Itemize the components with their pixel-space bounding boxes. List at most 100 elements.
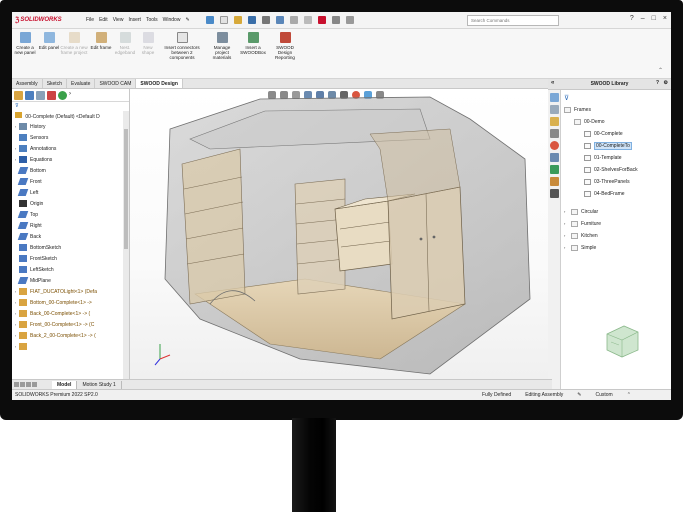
edit-panel-button[interactable]: Edit panel: [38, 32, 60, 50]
tree-item[interactable]: Back: [12, 231, 129, 242]
tree-item[interactable]: Sensors: [12, 132, 129, 143]
menu-tools[interactable]: Tools: [146, 17, 158, 23]
tab-motion-study[interactable]: Motion Study 1: [77, 380, 122, 389]
swood-library-icon[interactable]: [550, 165, 559, 174]
edit-frame-button[interactable]: Edit frame: [90, 32, 112, 50]
view-palette-icon[interactable]: [550, 129, 559, 138]
rebuild-status-icon[interactable]: ✎: [577, 392, 581, 398]
library-item[interactable]: 02-ShelvesForBack: [584, 164, 638, 175]
menu-window[interactable]: Window: [163, 17, 181, 23]
tree-item[interactable]: Right: [12, 220, 129, 231]
tab-evaluate[interactable]: Evaluate: [67, 79, 96, 88]
minimize-icon[interactable]: –: [641, 15, 645, 22]
tab-sketch[interactable]: Sketch: [43, 79, 67, 88]
tree-item[interactable]: › Bottom_00-Complete<1> ->: [12, 297, 129, 308]
pane-collapse-icon[interactable]: «: [551, 80, 554, 86]
expand-arrow-icon[interactable]: ›: [12, 300, 19, 305]
create-panel-button[interactable]: Create a new panel: [14, 32, 36, 55]
expand-arrow-icon[interactable]: ›: [12, 311, 19, 316]
library-group[interactable]: › Simple: [564, 242, 596, 253]
filter-icon[interactable]: ⊽: [12, 102, 129, 111]
pin-icon[interactable]: ✎: [185, 17, 189, 23]
maximize-icon[interactable]: □: [652, 15, 656, 22]
library-settings-icon[interactable]: ⚙: [664, 80, 668, 86]
expand-arrow-icon[interactable]: ›: [564, 209, 571, 214]
tree-item[interactable]: › Front_00-Complete<1> -> (C: [12, 319, 129, 330]
select-icon[interactable]: [303, 16, 312, 24]
tree-item[interactable]: MidPlane: [12, 275, 129, 286]
open-icon[interactable]: [233, 16, 242, 24]
expand-arrow-icon[interactable]: ›: [12, 322, 19, 327]
tree-item[interactable]: › Equations: [12, 154, 129, 165]
create-frame-project-button[interactable]: Create a new frame project: [60, 32, 88, 55]
tree-item[interactable]: FrontSketch: [12, 253, 129, 264]
library-group[interactable]: › Furniture: [564, 218, 601, 229]
tree-root[interactable]: 00-Complete (Default) <Default D: [12, 111, 129, 121]
menu-edit[interactable]: Edit: [99, 17, 108, 23]
design-reporting-button[interactable]: SWOOD Design Reporting: [270, 32, 300, 60]
tree-item[interactable]: › FIAT_DUCATOLight<1> (Defa: [12, 286, 129, 297]
display-manager-icon[interactable]: [58, 91, 67, 100]
manage-materials-button[interactable]: Manage project materials: [208, 32, 236, 60]
traffic-light-icon[interactable]: [317, 16, 326, 24]
status-units[interactable]: Custom: [595, 392, 612, 398]
expand-arrow-icon[interactable]: ›: [564, 245, 571, 250]
fm-more-icon[interactable]: ›: [69, 91, 71, 99]
property-manager-icon[interactable]: [25, 91, 34, 100]
menu-file[interactable]: File: [86, 17, 94, 23]
tree-item[interactable]: BottomSketch: [12, 242, 129, 253]
van-interior-model[interactable]: [130, 89, 548, 379]
expand-arrow-icon[interactable]: ›: [564, 233, 571, 238]
tab-swood-design[interactable]: SWOOD Design: [136, 79, 183, 88]
swood-cam-icon[interactable]: [550, 177, 559, 186]
library-root[interactable]: Frames: [564, 104, 591, 115]
nest-edgeband-button[interactable]: Nest. edgeband: [112, 32, 138, 55]
file-explorer-icon[interactable]: [550, 117, 559, 126]
tree-item[interactable]: Top: [12, 209, 129, 220]
expand-arrow-icon[interactable]: ›: [12, 157, 19, 162]
tab-assembly[interactable]: Assembly: [12, 79, 43, 88]
expand-arrow-icon[interactable]: ›: [12, 124, 19, 129]
tree-item[interactable]: Bottom: [12, 165, 129, 176]
appearances-icon[interactable]: [550, 141, 559, 150]
feature-tree-icon[interactable]: [14, 91, 23, 100]
tree-item[interactable]: › Back_2_00-Complete<1> -> (: [12, 330, 129, 341]
tree-item[interactable]: Front: [12, 176, 129, 187]
redo-icon[interactable]: [289, 16, 298, 24]
tab-swood-cam[interactable]: SWOOD CAM: [95, 79, 137, 88]
expand-arrow-icon[interactable]: ›: [12, 333, 19, 338]
next-tab-icon[interactable]: [26, 382, 31, 387]
library-help-icon[interactable]: ?: [656, 80, 659, 86]
scrollbar-thumb[interactable]: [124, 129, 128, 249]
close-icon[interactable]: ×: [663, 15, 667, 22]
tree-item[interactable]: ›: [12, 341, 129, 352]
prev-tab-icon[interactable]: [20, 382, 25, 387]
expand-arrow-icon[interactable]: ›: [12, 146, 19, 151]
menu-view[interactable]: View: [113, 17, 124, 23]
save-icon[interactable]: [247, 16, 256, 24]
library-item[interactable]: 00-Complete: [584, 128, 623, 139]
swood-reports-icon[interactable]: [550, 189, 559, 198]
status-expand-icon[interactable]: ⌃: [627, 392, 631, 398]
tree-item[interactable]: › History: [12, 121, 129, 132]
expand-arrow-icon[interactable]: ›: [564, 221, 571, 226]
insert-connectors-button[interactable]: Insert connectors between 2 components: [160, 32, 204, 60]
resources-icon[interactable]: [550, 93, 559, 102]
library-group[interactable]: › Kitchen: [564, 230, 598, 241]
tree-item[interactable]: › Back_00-Complete<1> -> (: [12, 308, 129, 319]
first-tab-icon[interactable]: [14, 382, 19, 387]
design-library-icon[interactable]: [550, 105, 559, 114]
library-item[interactable]: 01-Template: [584, 152, 622, 163]
expand-arrow-icon[interactable]: ›: [12, 344, 19, 349]
search-input[interactable]: Search Commands: [467, 15, 559, 26]
custom-properties-icon[interactable]: [550, 153, 559, 162]
menu-insert[interactable]: Insert: [128, 17, 141, 23]
tree-item[interactable]: › Annotations: [12, 143, 129, 154]
configuration-icon[interactable]: [36, 91, 45, 100]
new-document-icon[interactable]: [219, 16, 228, 24]
library-folder-demo[interactable]: 00-Demo: [574, 116, 605, 127]
library-item[interactable]: 03-ThreePanels: [584, 176, 630, 187]
expand-arrow-icon[interactable]: ›: [12, 289, 19, 294]
tree-item[interactable]: Origin: [12, 198, 129, 209]
ribbon-pin-icon[interactable]: ⌃: [658, 67, 663, 74]
